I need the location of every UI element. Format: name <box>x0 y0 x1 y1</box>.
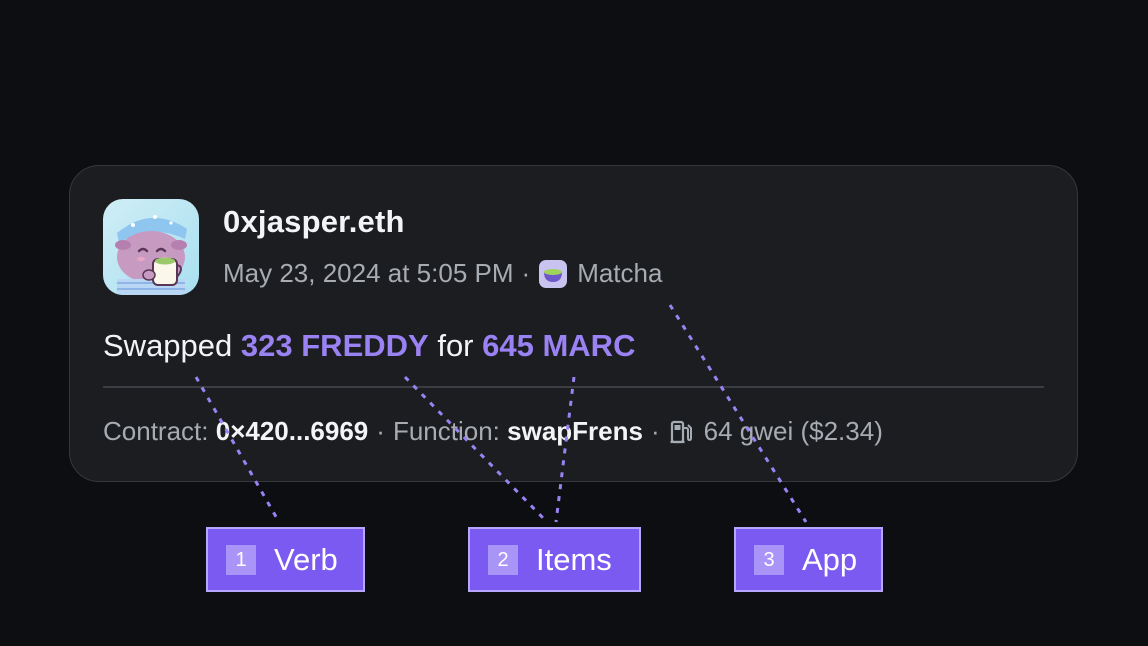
contract-address[interactable]: 0×420...6969 <box>216 416 369 447</box>
tag-items: 2 Items <box>468 527 641 592</box>
function-label: Function: <box>392 416 500 446</box>
stage: 0xjasper.eth May 23, 2024 at 5:05 PM · M… <box>0 0 1148 646</box>
tag-app: 3 App <box>734 527 883 592</box>
details-separator: · <box>376 416 385 446</box>
contract-label: Contract: <box>103 416 209 446</box>
tag-label: Verb <box>274 541 338 577</box>
amount-in[interactable]: 323 FREDDY <box>241 328 429 363</box>
meta-line: May 23, 2024 at 5:05 PM · Matcha <box>223 258 662 289</box>
function-name[interactable]: swapFrens <box>507 416 643 447</box>
tag-verb: 1 Verb <box>206 527 365 592</box>
divider <box>103 386 1044 388</box>
timestamp: May 23, 2024 at 5:05 PM <box>223 258 514 288</box>
details-separator-2: · <box>650 416 660 446</box>
action-line: Swapped 323 FREDDY for 645 MARC <box>103 328 635 364</box>
details-line: Contract: 0×420...6969 · Function: swapF… <box>103 416 883 447</box>
user-name[interactable]: 0xjasper.eth <box>223 204 405 240</box>
tag-number: 3 <box>754 544 784 575</box>
gas-pump-icon <box>668 419 694 445</box>
tag-label: App <box>802 541 858 577</box>
action-connector: for <box>437 328 474 363</box>
app-name[interactable]: Matcha <box>577 258 662 289</box>
activity-card[interactable]: 0xjasper.eth May 23, 2024 at 5:05 PM · M… <box>69 165 1078 482</box>
tag-number: 2 <box>488 544 518 575</box>
gas-fee: 64 gwei ($2.34) <box>703 416 883 446</box>
tag-number: 1 <box>226 544 256 575</box>
amount-out[interactable]: 645 MARC <box>482 328 635 363</box>
matcha-icon[interactable] <box>538 259 568 289</box>
tag-label: Items <box>536 541 612 577</box>
avatar[interactable] <box>103 199 199 295</box>
meta-separator: · <box>521 258 531 288</box>
action-verb: Swapped <box>103 328 233 363</box>
frog-mascot-avatar-icon <box>103 199 199 295</box>
